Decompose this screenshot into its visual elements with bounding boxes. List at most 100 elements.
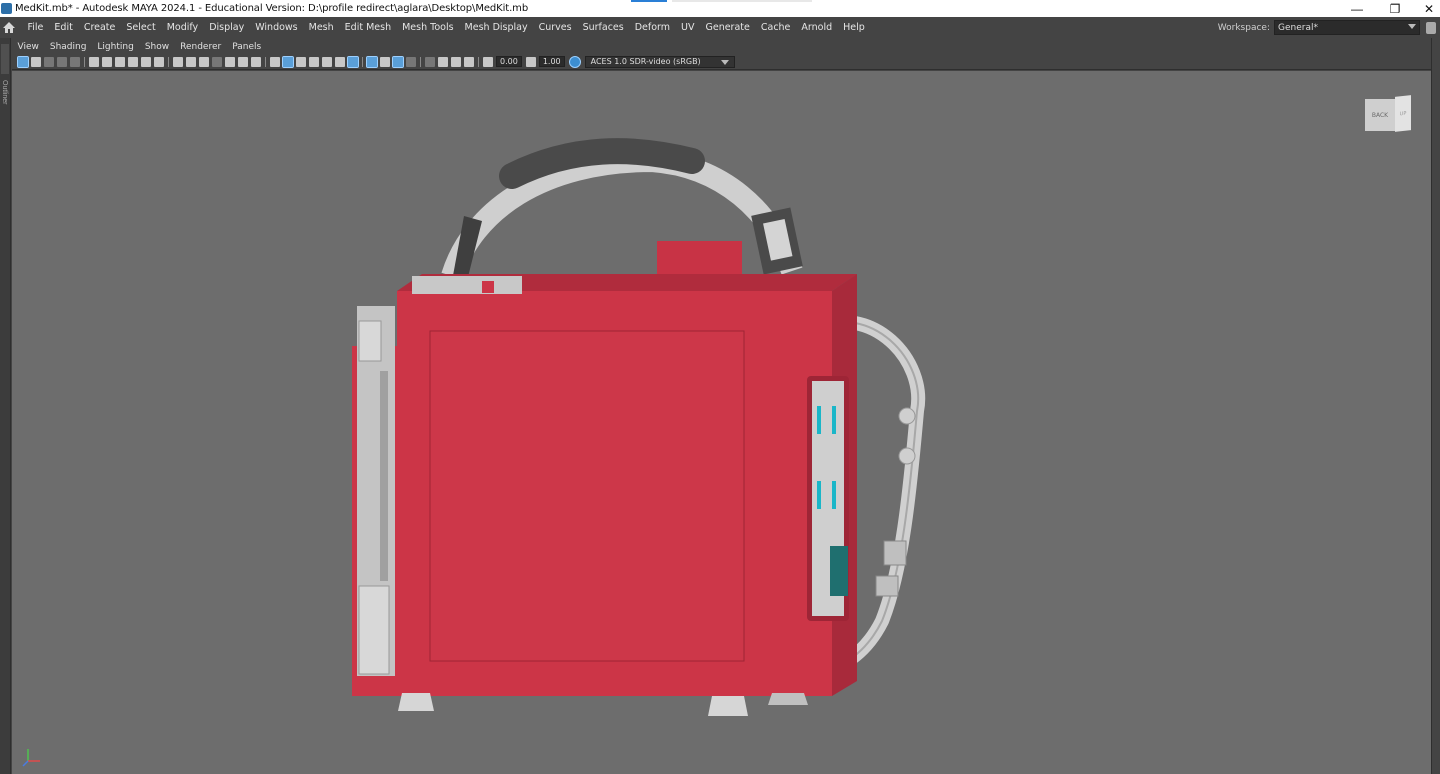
taskbar-hint-secondary [672,0,812,2]
menu-help[interactable]: Help [838,22,871,33]
resolution-gate-icon[interactable] [102,56,112,67]
toolbar-divider [265,56,266,67]
toolbar-divider [84,56,85,67]
menu-curves[interactable]: Curves [533,22,577,33]
panel-toolbar: 0.00 1.00 ACES 1.0 SDR-video (sRGB) [12,54,1431,70]
menu-generate[interactable]: Generate [700,22,755,33]
menu-windows[interactable]: Windows [250,22,303,33]
maya-app-icon [1,3,12,14]
anti-aliasing-icon[interactable] [392,55,404,68]
bookmarks-icon[interactable] [44,56,54,67]
menu-mesh-display[interactable]: Mesh Display [459,22,533,33]
default-material-icon[interactable] [296,56,306,67]
exposure-field[interactable]: 0.00 [496,56,522,67]
menu-arnold[interactable]: Arnold [796,22,838,33]
film-gate-icon[interactable] [89,56,99,67]
menu-create[interactable]: Create [78,22,121,33]
chevron-down-icon [720,59,729,65]
menu-select[interactable]: Select [121,22,161,33]
minimize-button[interactable]: — [1340,0,1374,17]
outliner-strip: Outliner [0,38,11,774]
safe-title-icon[interactable] [154,56,164,67]
toolbar-divider [478,56,479,67]
viewcube-up-face[interactable]: UP [1395,95,1411,132]
menu-edit[interactable]: Edit [49,22,78,33]
safe-action-icon[interactable] [141,56,151,67]
menu-cache[interactable]: Cache [755,22,796,33]
toolbar-divider [362,56,363,67]
main-menubar: File Edit Create Select Modify Display W… [0,17,1440,38]
field-icon[interactable] [225,56,235,67]
panel-menu-renderer[interactable]: Renderer [175,42,227,52]
image-plane-icon[interactable] [57,56,67,67]
wireframe-on-shaded-icon[interactable] [309,56,319,67]
wireframe-icon[interactable] [270,56,280,67]
depth-of-field-icon[interactable] [406,56,416,67]
lock-icon[interactable] [1426,21,1436,34]
toolbar-divider [420,56,421,67]
panel-menu-lighting[interactable]: Lighting [92,42,139,52]
workspace-value: General* [1278,22,1318,33]
menu-mesh-tools[interactable]: Mesh Tools [397,22,459,33]
viewport-3d[interactable]: BACK UP [12,71,1431,774]
isolate-select-icon[interactable] [425,56,435,67]
color-space-value: ACES 1.0 SDR-video (sRGB) [590,57,701,66]
window-titlebar: MedKit.mb* - Autodesk MAYA 2024.1 - Educ… [0,0,1440,17]
gamma-field[interactable]: 1.00 [538,56,565,67]
camera-attributes-icon[interactable] [31,56,41,67]
gamma-icon[interactable] [525,56,536,67]
window-title: MedKit.mb* - Autodesk MAYA 2024.1 - Educ… [15,3,529,14]
panel-menu-shading[interactable]: Shading [44,42,92,52]
panel-menu-view[interactable]: View [12,42,44,52]
film-icon[interactable] [186,56,196,67]
gate-icon[interactable] [212,56,222,67]
panel-menu-show[interactable]: Show [139,42,174,52]
view-cube[interactable]: BACK UP [1365,95,1411,132]
medkit-model[interactable] [12,71,1431,774]
panel-menubar: View Shading Lighting Show Renderer Pane… [12,39,1431,54]
field-chart-icon[interactable] [128,56,138,67]
exposure-icon[interactable] [483,56,493,67]
menu-mesh[interactable]: Mesh [303,22,339,33]
workspace-select[interactable]: General* [1274,20,1420,35]
menu-modify[interactable]: Modify [161,22,203,33]
motion-blur-icon[interactable] [380,56,390,67]
menu-edit-mesh[interactable]: Edit Mesh [339,22,396,33]
textured-icon[interactable] [322,56,332,67]
outliner-tab[interactable] [1,44,9,74]
menu-surfaces[interactable]: Surfaces [577,22,629,33]
safe-icon[interactable] [238,56,248,67]
color-management-icon[interactable] [568,55,581,68]
grid-icon[interactable] [173,56,183,67]
close-button[interactable]: ✕ [1412,0,1440,17]
xray-icon[interactable] [438,56,448,67]
panel-menu-panels[interactable]: Panels [227,42,267,52]
viewcube-back-face[interactable]: BACK [1365,99,1395,131]
shadows-icon[interactable] [347,55,359,68]
resolution-icon[interactable] [199,56,209,67]
restore-button[interactable]: ❐ [1378,0,1412,17]
two-d-pan-icon[interactable] [70,56,80,67]
toolbar-divider [168,56,169,67]
workspace-area: Workspace: General* [1218,17,1440,38]
right-dock-strip [1431,38,1440,774]
workspace-label: Workspace: [1217,22,1270,33]
select-camera-icon[interactable] [17,55,29,68]
menu-deform[interactable]: Deform [629,22,675,33]
taskbar-hint [631,0,667,2]
xray-active-icon[interactable] [451,56,461,67]
axis-gizmo-icon [20,745,44,769]
home-icon[interactable] [2,21,18,35]
menu-display[interactable]: Display [204,22,250,33]
gate-mask-icon[interactable] [115,56,125,67]
menu-file[interactable]: File [22,22,49,33]
title-icon[interactable] [251,56,261,67]
color-space-select[interactable]: ACES 1.0 SDR-video (sRGB) [584,55,735,68]
outliner-label: Outliner [1,80,8,105]
lights-icon[interactable] [335,56,345,67]
smooth-shade-icon[interactable] [282,55,294,68]
chevron-down-icon [1408,24,1416,29]
xray-joints-icon[interactable] [464,56,474,67]
menu-uv[interactable]: UV [676,22,700,33]
ambient-occlusion-icon[interactable] [366,55,378,68]
